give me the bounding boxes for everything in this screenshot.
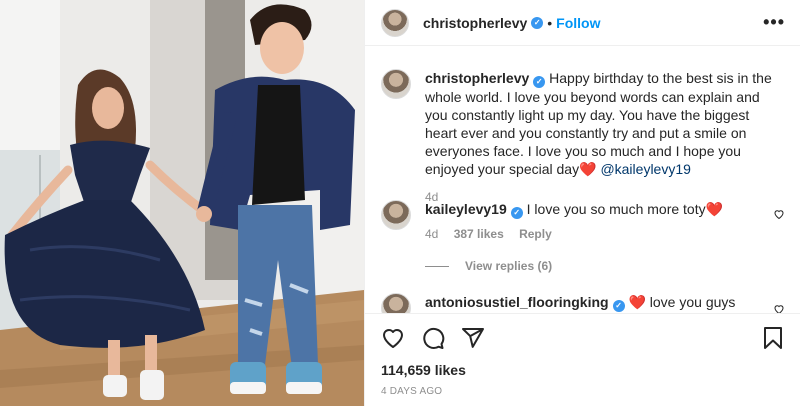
heart-emoji: ❤️ [579, 161, 597, 177]
verified-badge-icon: ✓ [531, 16, 544, 29]
mention-link[interactable]: @kaileylevy19 [600, 161, 690, 177]
instagram-post: christopherlevy ✓ • Follow ••• christoph… [0, 0, 800, 406]
author-username[interactable]: christopherlevy [423, 15, 527, 31]
comment-time[interactable]: 4d [425, 227, 438, 241]
comment-body: kaileylevy19 ✓ I love you so much more to… [425, 200, 785, 243]
comment-body: antoniosustiel_flooringking ✓ ❤️ love you… [425, 293, 785, 312]
author-avatar[interactable] [381, 8, 409, 37]
reply-button[interactable]: Reply [519, 227, 552, 241]
verified-badge-icon: ✓ [612, 300, 625, 312]
heart-emoji: ❤️ [628, 294, 646, 310]
comment-text: love you guys [649, 294, 736, 310]
likes-count[interactable]: 114,659 likes [381, 362, 466, 378]
caption-text: Happy birthday to the best sis in the wh… [425, 70, 772, 177]
share-icon[interactable] [461, 326, 485, 350]
comments-list[interactable]: christopherlevy ✓ Happy birthday to the b… [365, 47, 800, 313]
comment-meta: 4d 387 likes Reply [425, 225, 785, 243]
comment-avatar[interactable] [381, 200, 411, 230]
verified-badge-icon: ✓ [510, 207, 523, 219]
post-header: christopherlevy ✓ • Follow ••• [365, 0, 800, 46]
comment-heart-icon[interactable] [773, 303, 785, 313]
post-sidebar: christopherlevy ✓ • Follow ••• christoph… [364, 0, 800, 406]
comment-item: antoniosustiel_flooringking ✓ ❤️ love you… [381, 293, 785, 313]
comment-username[interactable]: kaileylevy19 [425, 201, 507, 217]
bookmark-icon[interactable] [761, 326, 785, 350]
post-photo[interactable] [0, 0, 364, 406]
heart-icon[interactable] [381, 326, 405, 350]
verified-badge-icon: ✓ [533, 76, 546, 88]
view-replies-line [425, 265, 449, 267]
action-icons [381, 326, 485, 350]
comment-username[interactable]: antoniosustiel_flooringking [425, 294, 609, 310]
more-icon[interactable]: ••• [763, 13, 785, 31]
view-replies-label: View replies (6) [465, 259, 553, 273]
caption-avatar[interactable] [381, 69, 411, 99]
comment-avatar[interactable] [381, 293, 411, 313]
follow-button[interactable]: Follow [556, 15, 600, 31]
comment-item: kaileylevy19 ✓ I love you so much more to… [381, 200, 785, 243]
caption: christopherlevy ✓ Happy birthday to the b… [381, 69, 785, 206]
post-image [0, 0, 364, 406]
comment-icon[interactable] [421, 326, 445, 350]
post-actions: 114,659 likes 4 DAYS AGO [365, 313, 800, 406]
comment-text: I love you so much more toty [526, 201, 706, 217]
caption-username[interactable]: christopherlevy [425, 70, 529, 86]
separator-dot: • [547, 14, 553, 31]
post-time[interactable]: 4 DAYS AGO [381, 386, 442, 397]
comment-likes[interactable]: 387 likes [454, 227, 504, 241]
comment-heart-icon[interactable] [773, 208, 785, 220]
heart-emoji: ❤️ [705, 201, 724, 217]
caption-body: christopherlevy ✓ Happy birthday to the b… [425, 69, 785, 206]
view-replies-button[interactable]: View replies (6) [425, 259, 552, 273]
